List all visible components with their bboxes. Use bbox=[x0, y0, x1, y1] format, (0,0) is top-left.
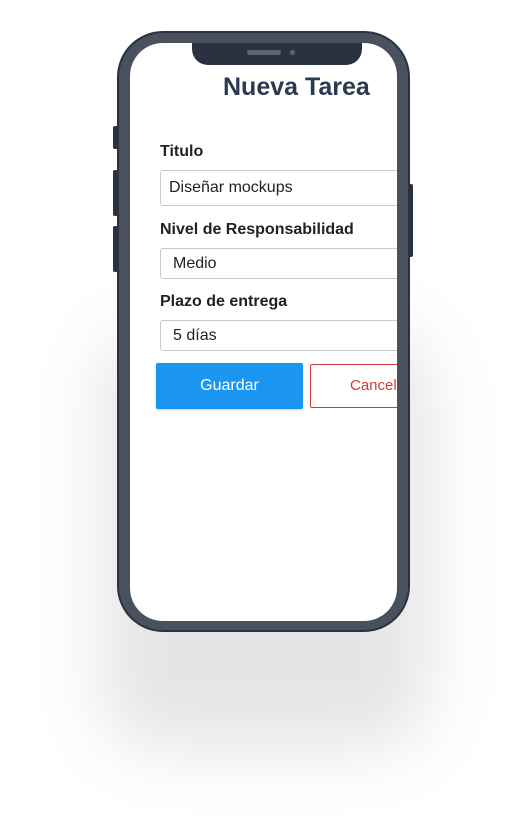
cancel-button[interactable]: Cancel bbox=[310, 364, 397, 408]
phone-screen: Nueva Tarea Titulo Nivel de Responsabili… bbox=[130, 43, 397, 621]
page-title: Nueva Tarea bbox=[223, 73, 370, 101]
title-field-label: Titulo bbox=[160, 143, 204, 160]
save-button[interactable]: Guardar bbox=[156, 363, 303, 409]
deadline-selected-value: 5 días bbox=[173, 327, 217, 344]
deadline-select[interactable]: 5 días bbox=[160, 320, 397, 351]
deadline-field-label: Plazo de entrega bbox=[160, 293, 288, 310]
speaker-grille bbox=[247, 50, 281, 55]
responsibility-select[interactable]: Medio bbox=[160, 248, 397, 279]
responsibility-selected-value: Medio bbox=[173, 255, 217, 272]
front-camera bbox=[290, 50, 295, 55]
responsibility-field-label: Nivel de Responsabilidad bbox=[160, 221, 354, 238]
stage: Nueva Tarea Titulo Nivel de Responsabili… bbox=[0, 0, 526, 839]
title-input[interactable] bbox=[160, 170, 397, 206]
